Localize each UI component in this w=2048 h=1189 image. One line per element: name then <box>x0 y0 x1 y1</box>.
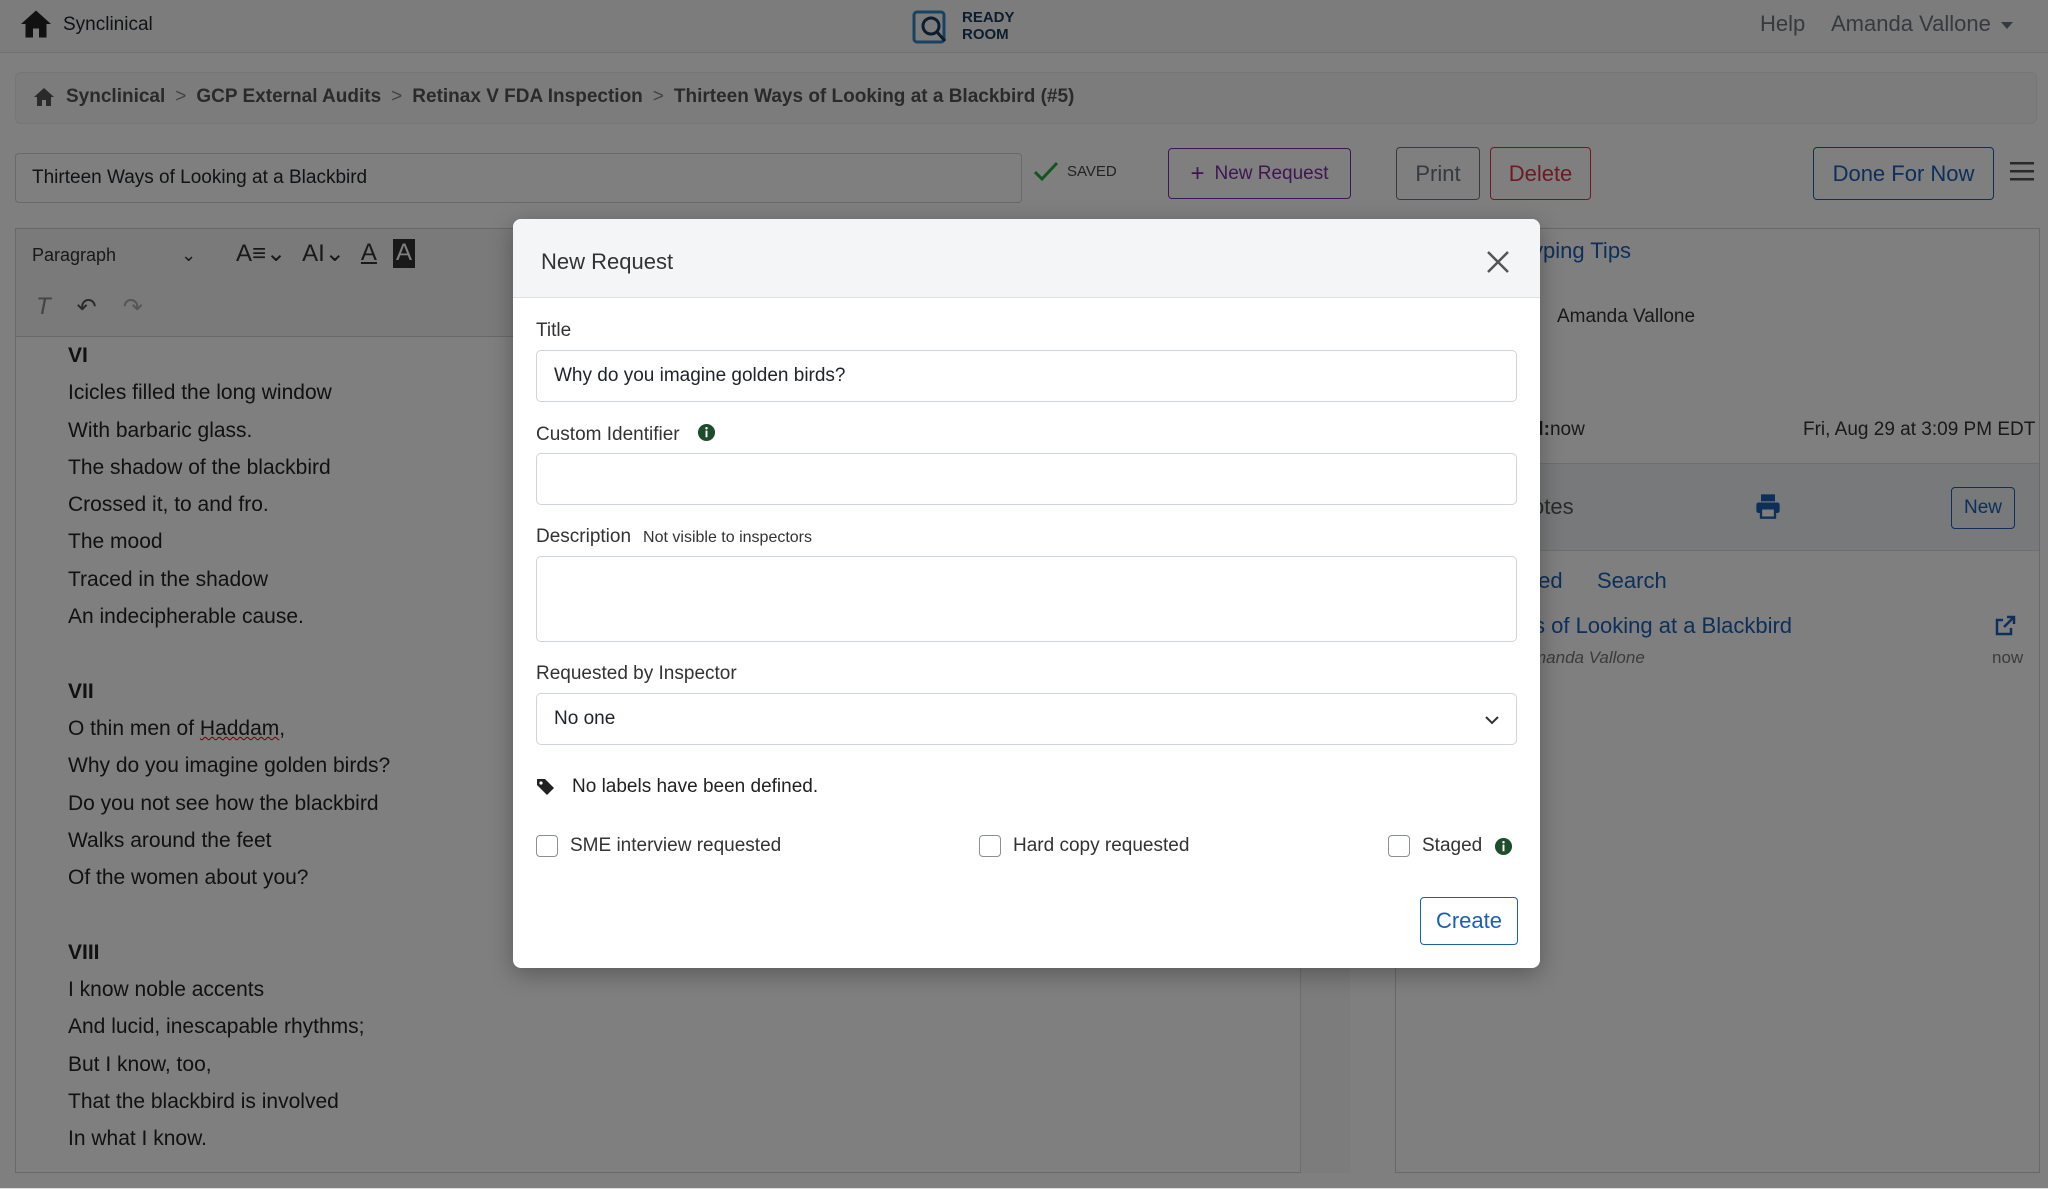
description-label: Description Not visible to inspectors <box>536 526 812 548</box>
requested-by-label: Requested by Inspector <box>536 663 737 684</box>
hard-copy-checkbox[interactable]: Hard copy requested <box>979 835 1189 857</box>
hard-copy-label: Hard copy requested <box>1013 835 1190 856</box>
checkbox-box[interactable] <box>1388 835 1410 857</box>
chevron-down-icon <box>1485 716 1499 725</box>
title-input[interactable]: Why do you imagine golden birds? <box>536 350 1517 402</box>
checkbox-box[interactable] <box>979 835 1001 857</box>
labels-text: No labels have been defined. <box>572 776 819 797</box>
close-icon[interactable] <box>1485 249 1511 275</box>
requested-by-select[interactable]: No one <box>536 693 1517 745</box>
checkbox-box[interactable] <box>536 835 558 857</box>
info-icon[interactable] <box>1494 837 1513 856</box>
custom-identifier-text: Custom Identifier <box>536 424 680 445</box>
custom-identifier-input[interactable] <box>536 453 1517 505</box>
sme-interview-checkbox[interactable]: SME interview requested <box>536 835 781 857</box>
staged-checkbox[interactable]: Staged <box>1388 835 1513 857</box>
sme-interview-label: SME interview requested <box>570 835 782 856</box>
modal-title: New Request <box>541 249 674 274</box>
description-hint: Not visible to inspectors <box>643 529 813 546</box>
title-label: Title <box>536 320 572 341</box>
description-textarea[interactable] <box>536 556 1517 642</box>
create-button[interactable]: Create <box>1420 897 1518 945</box>
new-request-modal: New Request Title Why do you imagine gol… <box>513 219 1540 968</box>
modal-header: New Request <box>513 219 1540 298</box>
description-text: Description <box>536 526 632 547</box>
info-icon[interactable] <box>697 423 716 442</box>
custom-identifier-label: Custom Identifier <box>536 423 716 446</box>
tags-icon <box>537 779 554 795</box>
requested-by-value: No one <box>554 708 616 729</box>
labels-row: No labels have been defined. <box>536 776 818 798</box>
staged-label: Staged <box>1422 835 1483 856</box>
